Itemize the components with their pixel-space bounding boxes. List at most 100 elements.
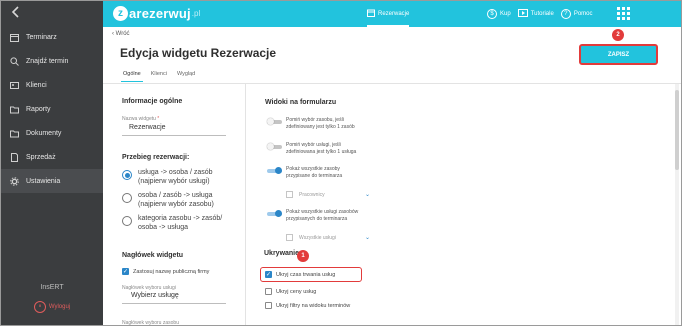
select-value: Wszystkie usługi [299, 234, 336, 241]
toggle-line: Pomiń wybór zasobu, jeśli [286, 117, 344, 123]
step-badge-1: 1 [297, 250, 309, 262]
sidebar-item-label: Dokumenty [26, 129, 62, 137]
apps-grid-icon[interactable] [617, 7, 630, 20]
logo-text: arezerwuj [129, 6, 191, 21]
power-icon [33, 301, 46, 313]
sidebar: Terminarz Znajdź termin Klienci Raporty … [1, 1, 103, 325]
search-icon [9, 56, 19, 66]
toggle-switch[interactable] [267, 118, 282, 125]
sidebar-item-sprzedaz[interactable]: Sprzedaż [1, 145, 103, 169]
help-button[interactable]: ? Pomoc [560, 9, 593, 19]
tab-bar: Ogólne Klienci Wygląd [121, 71, 195, 82]
widget-header-title: Nagłówek widgetu [122, 252, 184, 259]
toggle-skip-resource[interactable]: Pomiń wybór zasobu, jeśli zdefiniowany je… [267, 117, 355, 131]
checkbox[interactable] [265, 288, 272, 295]
employees-select[interactable]: Pracownicy ⌄ [286, 191, 370, 198]
buy-label: Kup [500, 11, 511, 17]
service-header-input[interactable]: Wybierz usługę [131, 292, 179, 299]
radio[interactable] [122, 216, 132, 226]
logout-button[interactable]: Wyloguj [1, 301, 103, 313]
radio[interactable] [122, 193, 132, 203]
hide-filters-checkbox[interactable]: Ukryj filtry na widoku terminów [265, 302, 350, 309]
logo-mark: z [113, 6, 128, 21]
hide-duration-checkbox[interactable]: ✓ Ukryj czas trwania usług [265, 271, 335, 278]
tutorials-button[interactable]: Tutoriale [517, 9, 554, 19]
toggle-line: Pokaż wszystkie zasoby [286, 166, 340, 172]
services-select[interactable]: Wszystkie usługi ⌄ [286, 234, 370, 241]
nav-reservations-label: Rezerwacje [378, 11, 410, 17]
radio-selected[interactable] [122, 170, 132, 180]
option-line: (najpierw wybór zasobu) [138, 201, 214, 208]
scrollbar[interactable] [675, 84, 679, 325]
tab-general[interactable]: Ogólne [121, 71, 143, 82]
logo-suffix: .pl [191, 9, 201, 18]
option-line: (najpierw wybór usługi) [138, 178, 210, 185]
service-header-label: Nagłówek wyboru usługi [122, 285, 176, 291]
flow-option-resource-first[interactable]: osoba / zasób -> usługa (najpierw wybór z… [122, 191, 214, 209]
logo[interactable]: z arezerwuj .pl [113, 6, 200, 21]
checkbox-checked[interactable]: ✓ [265, 271, 272, 278]
flow-option-category-first[interactable]: kategoria zasobu -> zasób/osoba -> usług… [122, 214, 222, 232]
nav-reservations[interactable]: Rezerwacje [367, 1, 410, 27]
toggle-skip-service[interactable]: Pomiń wybór usługi, jeśli zdefiniowana je… [267, 142, 356, 156]
checkbox-label: Ukryj filtry na widoku terminów [276, 302, 351, 309]
option-line: usługa -> osoba / zasób [138, 169, 213, 176]
help-label: Pomoc [573, 11, 593, 17]
checkbox-checked[interactable]: ✓ [122, 268, 129, 275]
checkbox[interactable] [265, 302, 272, 309]
sidebar-item-znajdz-termin[interactable]: Znajdź termin [1, 49, 103, 73]
sidebar-item-label: Ustawienia [26, 177, 61, 185]
toggle-line: Pomiń wybór usługi, jeśli [286, 142, 341, 148]
widget-name-label: Nazwa widgetu * [122, 116, 160, 122]
hide-prices-checkbox[interactable]: Ukryj ceny usług [265, 288, 316, 295]
toggle-switch[interactable] [267, 167, 282, 174]
sidebar-item-terminarz[interactable]: Terminarz [1, 25, 103, 49]
toggle-line: zdefiniowana jest tylko 1 usługa [286, 149, 357, 155]
hiding-title: Ukrywanie [264, 250, 300, 257]
toggle-switch[interactable] [267, 143, 282, 150]
checkbox[interactable] [286, 234, 293, 241]
checkbox-label: Zastosuj nazwę publiczną firmy [133, 268, 210, 275]
chevron-down-icon[interactable]: ⌄ [365, 234, 370, 241]
input-underline [122, 135, 226, 136]
scrollbar-thumb[interactable] [675, 90, 679, 170]
widget-name-input[interactable]: Rezerwacje [129, 124, 166, 131]
chevron-down-icon[interactable]: ⌄ [365, 191, 370, 198]
toggle-switch[interactable] [267, 210, 282, 217]
resource-header-label: Nagłówek wyboru zasobu [122, 320, 179, 326]
use-public-name-checkbox[interactable]: ✓ Zastosuj nazwę publiczną firmy [122, 268, 209, 275]
step-badge-2: 2 [612, 29, 624, 41]
sidebar-item-ustawienia[interactable]: Ustawienia [1, 169, 103, 193]
document-icon [9, 152, 19, 162]
sidebar-item-label: Raporty [26, 105, 51, 113]
top-bar: z arezerwuj .pl Rezerwacje $ Kup Tutoria… [103, 1, 681, 27]
sidebar-item-klienci[interactable]: Klienci [1, 73, 103, 97]
sidebar-item-label: Terminarz [26, 33, 57, 41]
save-button[interactable]: ZAPISZ [579, 44, 658, 65]
input-underline [122, 303, 226, 304]
cart-icon: $ [487, 9, 497, 19]
sidebar-item-raporty[interactable]: Raporty [1, 97, 103, 121]
checkbox[interactable] [286, 191, 293, 198]
select-value: Pracownicy [299, 191, 325, 198]
sidebar-item-dokumenty[interactable]: Dokumenty [1, 121, 103, 145]
tab-appearance[interactable]: Wygląd [177, 71, 195, 82]
calendar-icon [367, 9, 375, 19]
folder-icon [9, 128, 19, 138]
back-link[interactable]: ‹ Wróć [112, 31, 130, 37]
toggle-line: zdefiniowany jest tylko 1 zasób [286, 124, 355, 130]
toggle-show-all-services[interactable]: Pokaż wszystkie usługi zasobów przypisany… [267, 209, 358, 223]
toggle-line: przypisanych do terminarza [286, 216, 348, 222]
calendar-icon [9, 32, 19, 42]
booking-flow-title: Przebieg rezerwacji: [122, 154, 190, 161]
flow-option-service-first[interactable]: usługa -> osoba / zasób (najpierw wybór u… [122, 168, 213, 186]
general-info-title: Informacje ogólne [122, 98, 183, 105]
buy-button[interactable]: $ Kup [487, 9, 511, 19]
option-line: kategoria zasobu -> zasób/ [138, 215, 223, 222]
toggle-show-all-resources[interactable]: Pokaż wszystkie zasoby przypisane do term… [267, 166, 342, 180]
checkbox-label: Ukryj ceny usług [276, 288, 317, 295]
tab-clients[interactable]: Klienci [151, 71, 167, 82]
sidebar-item-label: Sprzedaż [26, 153, 56, 161]
chevron-left-icon[interactable] [9, 5, 25, 21]
toggle-line: przypisane do terminarza [286, 173, 343, 179]
